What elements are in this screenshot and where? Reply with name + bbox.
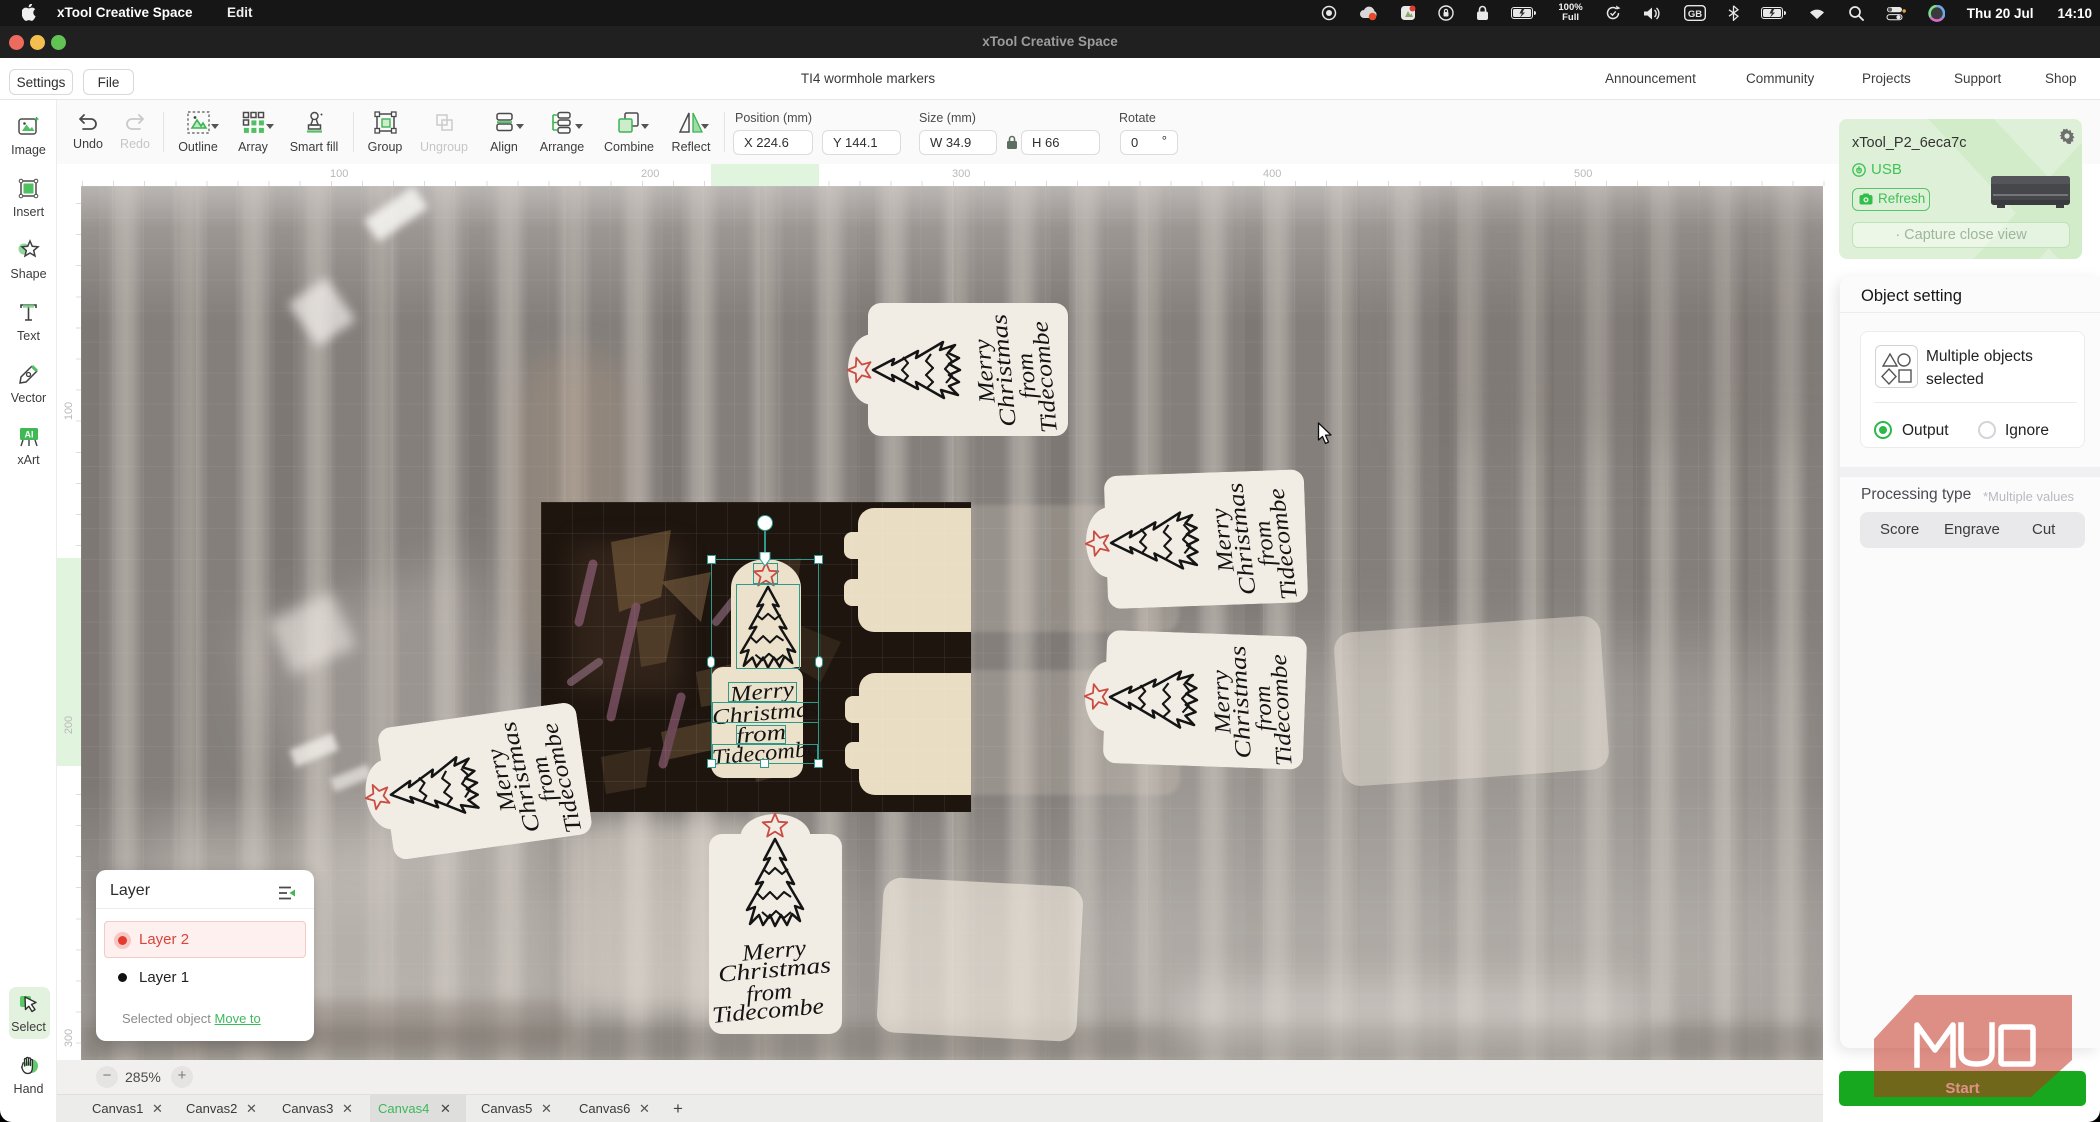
svg-text:GB: GB (1688, 9, 1702, 20)
svg-text:AI: AI (24, 430, 33, 440)
